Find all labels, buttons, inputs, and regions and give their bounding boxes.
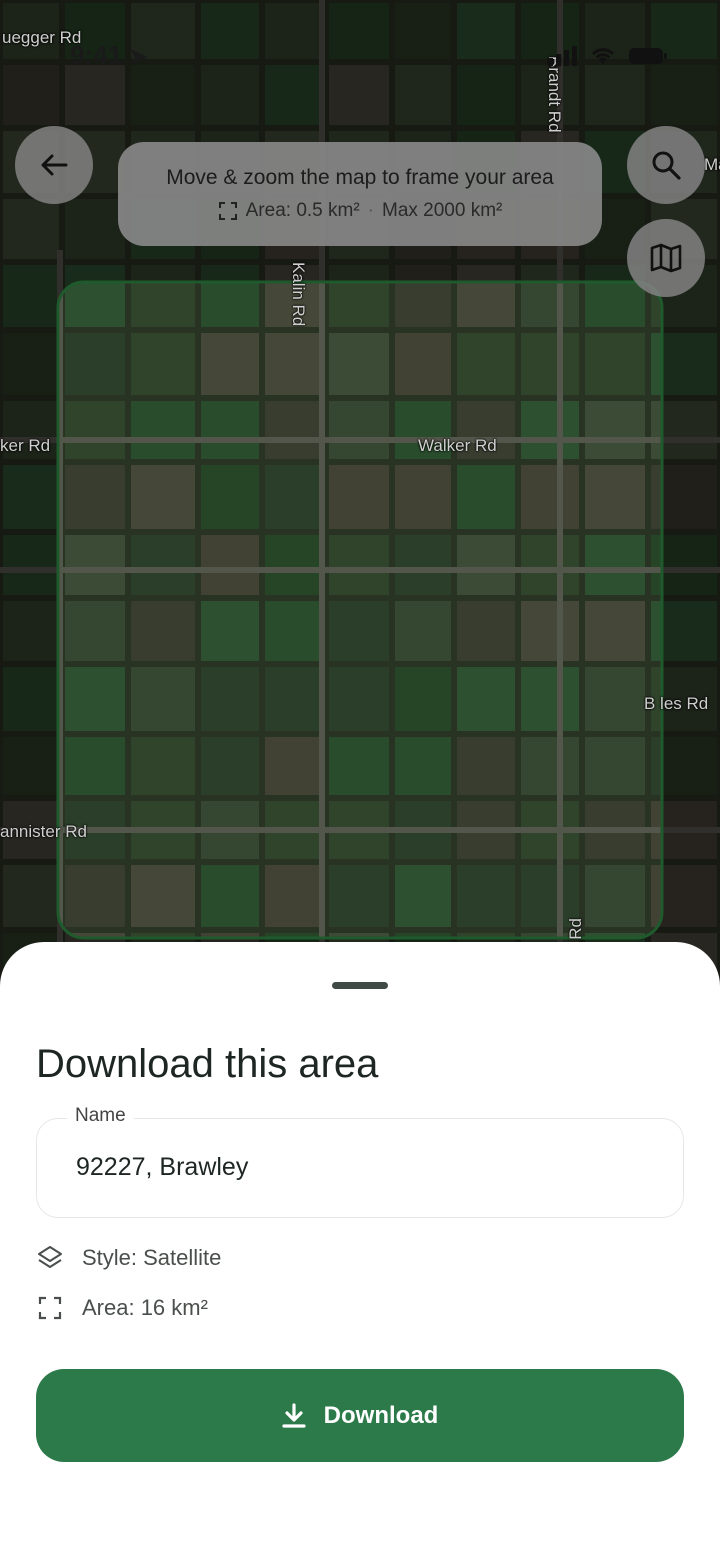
banner-area-row: Area: 0.5 km² · Max 2000 km²: [118, 200, 602, 222]
road-label-rd: Rd: [566, 918, 585, 940]
sheet-title: Download this area: [36, 1042, 379, 1086]
map-style-button[interactable]: [627, 219, 705, 297]
road-label-bowles: B les Rd: [644, 694, 709, 713]
status-time-text: 9:41: [70, 40, 123, 70]
download-label: Download: [323, 1401, 439, 1429]
road-label-kalin: Kalin Rd: [289, 262, 308, 327]
banner-max: Max 2000 km²: [382, 200, 503, 221]
sheet-drag-handle[interactable]: [332, 982, 388, 989]
banner-instruction: Move & zoom the map to frame your area: [166, 166, 554, 189]
road-label-ma: Ma: [704, 155, 720, 174]
style-info: Style: Satellite: [36, 1244, 221, 1272]
layers-icon: [38, 1246, 62, 1268]
back-button[interactable]: [15, 126, 93, 204]
road-label-brandt: Brandt Rd: [545, 56, 564, 133]
name-field[interactable]: Name 92227, Brawley: [36, 1105, 684, 1218]
location-arrow-icon: ➤: [129, 44, 148, 69]
download-button[interactable]: Download: [36, 1369, 684, 1462]
area-label: Area: 16 km²: [82, 1295, 208, 1320]
frame-corners-icon: [38, 1296, 62, 1320]
search-button[interactable]: [627, 126, 705, 204]
road-label-bannister: annister Rd: [0, 822, 87, 841]
name-field-label: Name: [67, 1105, 134, 1127]
instruction-banner: Move & zoom the map to frame your area A…: [118, 142, 602, 246]
cellular-signal-icon: [548, 46, 577, 66]
wifi-icon: [591, 48, 615, 64]
road-label-walker-left: ker Rd: [0, 436, 51, 455]
area-info: Area: 16 km²: [36, 1294, 208, 1322]
download-icon: [282, 1402, 306, 1428]
banner-area: Area: 0.5 km²: [245, 200, 360, 221]
battery-icon: [629, 48, 667, 64]
road-label-walker: Walker Rd: [418, 436, 497, 455]
status-icons: [548, 46, 668, 66]
frame-corners-icon: [218, 202, 237, 220]
name-field-value[interactable]: 92227, Brawley: [76, 1153, 248, 1182]
map-icon: [650, 243, 682, 273]
search-icon: [652, 151, 681, 180]
banner-separator: ·: [367, 200, 374, 221]
selection-frame[interactable]: [56, 280, 664, 940]
arrow-left-icon: [41, 154, 68, 176]
status-time: 9:41 ➤: [70, 40, 148, 71]
download-sheet: Download this area Name 92227, Brawley S…: [0, 942, 720, 1566]
style-label: Style: Satellite: [82, 1245, 222, 1270]
